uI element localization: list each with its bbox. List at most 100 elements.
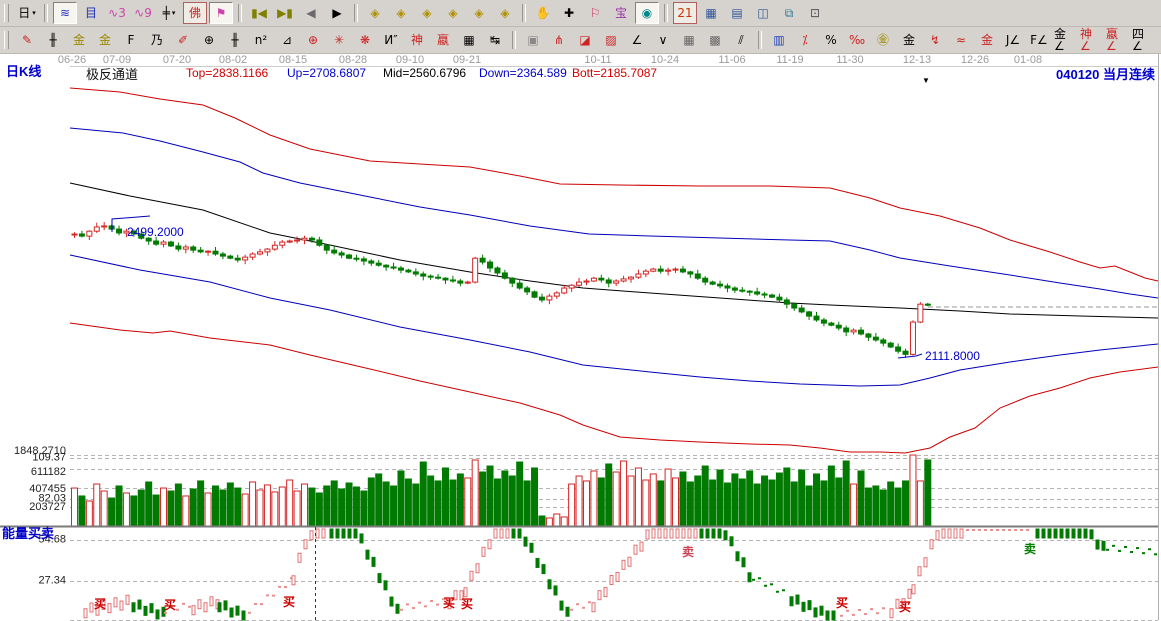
volume-bar [316,493,322,526]
save-icon[interactable]: ◫ [751,2,775,24]
volume-bar [294,491,300,526]
notebook-icon[interactable]: ▤ [725,2,749,24]
shen-tool-icon[interactable]: 神 [405,29,429,51]
gold-angle-icon[interactable]: 金∠ [1053,29,1077,51]
parallel-lines-icon[interactable]: ⫽ [729,29,753,51]
volume-bar [346,483,352,526]
crosshair-tool-icon[interactable]: ✚ [557,2,581,24]
j-angle-icon[interactable]: J∠ [1001,29,1025,51]
volume-bar [480,472,486,526]
percent-7-icon[interactable]: ⁒ [793,29,817,51]
angle-tool-icon[interactable]: ⊿ [275,29,299,51]
f-angle-icon[interactable]: F∠ [1027,29,1051,51]
mark-tool-icon[interactable]: ⚐ [583,2,607,24]
gold-red-icon[interactable]: 金 [975,29,999,51]
volume-bar [739,479,745,526]
chart-canvas[interactable]: 06-2607-0907-2008-0208-1508-2809-1009-21… [0,0,1161,621]
width-tool-icon[interactable]: ↹ [483,29,507,51]
volume-bar [494,479,500,526]
spiral-1-icon[interactable]: ✳ [327,29,351,51]
pan-right-icon[interactable]: ◈ [389,2,413,24]
percent-icon[interactable]: % [819,29,843,51]
color-flag-icon[interactable]: ⚑ [209,2,233,24]
period-selector-icon[interactable]: 日▾ [15,2,39,24]
gann-fan-icon[interactable]: ⋔ [547,29,571,51]
volume-bar [576,476,582,526]
lightning-icon[interactable]: ↯ [923,29,947,51]
grid-box-1-icon[interactable]: ▦ [677,29,701,51]
gann-grid-1-icon[interactable]: ╫ [41,29,65,51]
shen-angle-icon[interactable]: 神∠ [1079,29,1103,51]
svg-text:27.34: 27.34 [38,575,66,587]
chevron-down-icon[interactable]: ▼ [922,76,930,85]
overlay-3-icon[interactable]: ∿3 [105,2,129,24]
kuang-chart-icon[interactable]: ▥ [767,29,791,51]
cycle-tool-icon[interactable]: ⊕ [197,29,221,51]
permille-icon[interactable]: ‰ [845,29,869,51]
fan-box-2-icon[interactable]: ▨ [599,29,623,51]
i-marker-icon[interactable]: И″ [379,29,403,51]
treasure-tool-icon[interactable]: 宝 [609,2,633,24]
brain-tool-icon[interactable]: ◉ [635,2,659,24]
draw-pen-icon[interactable]: ✎ [15,29,39,51]
hand-tool-icon[interactable]: ✋ [531,2,555,24]
volume-bar [287,480,293,526]
overlay-9-icon[interactable]: ∿9 [131,2,155,24]
wave-approx-icon[interactable]: ≈ [949,29,973,51]
grid-box-2-icon[interactable]: ▩ [703,29,727,51]
n-square-icon[interactable]: n² [249,29,273,51]
dual-screen-icon[interactable]: ⧉ [777,2,801,24]
zoom-in-h-icon[interactable]: ◈ [441,2,465,24]
fibo-f-icon[interactable]: F [119,29,143,51]
date-tick-label: 11-06 [718,54,745,66]
volume-bar [762,476,768,526]
volume-bar [606,464,612,526]
compress-right-icon[interactable]: ◈ [493,2,517,24]
pattern-fo-icon[interactable]: 佛 [183,2,207,24]
wave-tool-icon[interactable]: 乃 [145,29,169,51]
grid-123-icon[interactable]: ▦ [457,29,481,51]
zoom-out-h-icon[interactable]: ◈ [415,2,439,24]
volume-bar [153,495,159,526]
quote-board-icon[interactable]: 目 [79,2,103,24]
toolbar-grip[interactable] [4,31,9,49]
compress-left-icon[interactable]: ◈ [467,2,491,24]
volume-bar [717,470,723,526]
date-tick-label: 08-28 [339,54,367,66]
toolbar-grip[interactable] [4,4,9,22]
ying-angle-icon[interactable]: 蠃∠ [1105,29,1129,51]
buy-marker: 买 [461,597,473,611]
v-line-icon[interactable]: ∨ [651,29,675,51]
calendar-icon[interactable]: 21 [673,2,697,24]
gold-circle-2-icon[interactable]: ㊎ [871,29,895,51]
gold-circle-icon[interactable]: ⊕ [301,29,325,51]
first-bar-icon[interactable]: ▮◀ [247,2,271,24]
fan-box-1-icon[interactable]: ◪ [573,29,597,51]
gold-ratio-1-icon[interactable]: 金 [67,29,91,51]
prev-bar-icon[interactable]: ◀ [299,2,323,24]
date-tick-label: 11-19 [776,54,803,66]
spiral-2-icon[interactable]: ❋ [353,29,377,51]
contract-label[interactable]: 040120 当月连续 [1056,64,1155,83]
gann-grid-2-icon[interactable]: ╫ [223,29,247,51]
candle-style-icon[interactable]: ╪▾ [157,2,181,24]
gold-ratio-2-icon[interactable]: 金 [93,29,117,51]
volume-bar [843,461,849,526]
pan-left-icon[interactable]: ◈ [363,2,387,24]
calculator-icon[interactable]: ▦ [699,2,723,24]
four-angle-icon[interactable]: 四∠ [1131,29,1155,51]
gold-lines-icon[interactable]: 金 [897,29,921,51]
draw-pen-2-icon[interactable]: ✐ [171,29,195,51]
box-tool-icon[interactable]: ▣ [521,29,545,51]
volume-bar [925,460,931,526]
next-bar-icon[interactable]: ▶ [325,2,349,24]
ying-tool-icon[interactable]: 蠃 [431,29,455,51]
toolbar-separator [758,31,762,49]
angle-line-icon[interactable]: ∠ [625,29,649,51]
date-tick-label: 01-08 [1014,54,1042,66]
printer-icon[interactable]: ⊡ [803,2,827,24]
last-bar-icon[interactable]: ▶▮ [273,2,297,24]
buy-marker: 买 [899,600,911,614]
trend-wave-tool-icon[interactable]: ≋ [53,2,77,24]
volume-bar [331,481,337,526]
